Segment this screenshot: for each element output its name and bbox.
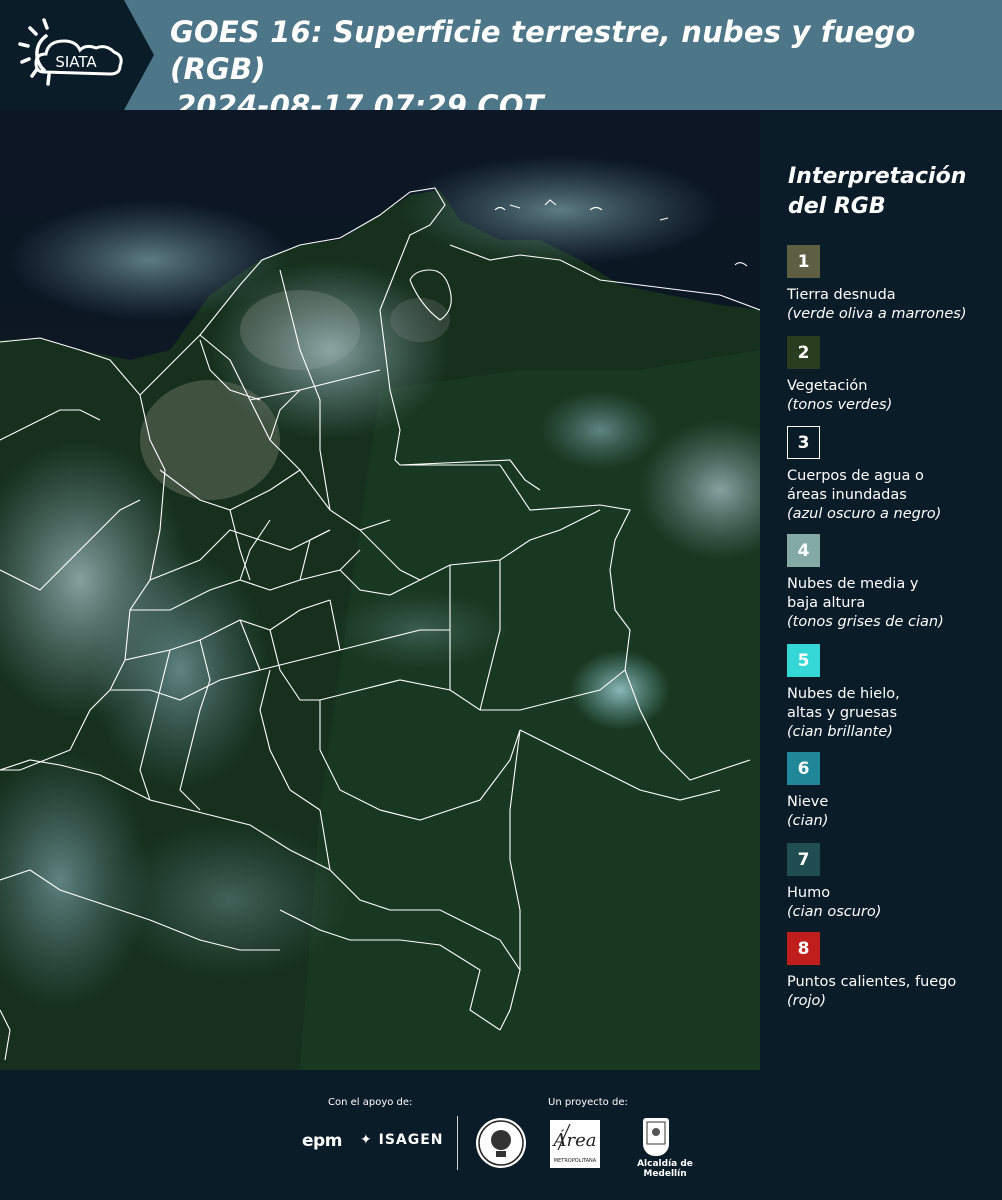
area-metropolitana-logo: Área METROPOLITANA <box>550 1120 600 1168</box>
logo-text: SIATA <box>55 53 97 71</box>
isagen-logo: ✦ ISAGEN <box>360 1132 444 1148</box>
isagen-text: ISAGEN <box>378 1132 444 1148</box>
legend-number-3: 3 <box>797 432 810 453</box>
legend-swatch-8: 8 <box>787 932 820 965</box>
alcaldia-logo-text: Alcaldía de Medellín <box>637 1159 693 1179</box>
medellin-seal-icon <box>476 1118 526 1168</box>
legend-number-5: 5 <box>797 650 810 671</box>
legend-item-8: 8 Puntos calientes, fuego (rojo) <box>787 932 999 1011</box>
legend-number-8: 8 <box>797 938 810 959</box>
legend-panel: Interpretación del RGB 1 Tierra desnuda … <box>775 110 1002 1070</box>
svg-text:Área: Área <box>552 1128 597 1151</box>
epm-logo: epm <box>302 1131 342 1151</box>
legend-item-4: 4 Nubes de media y baja altura (tonos gr… <box>787 534 999 632</box>
legend-swatch-4: 4 <box>787 534 820 567</box>
legend-swatch-1: 1 <box>787 245 820 278</box>
legend-sub-5: (cian brillante) <box>787 724 893 740</box>
legend-swatch-6: 6 <box>787 752 820 785</box>
legend-sub-6: (cian) <box>787 813 829 829</box>
legend-sub-1: (verde oliva a marrones) <box>787 306 967 322</box>
satellite-map <box>0 110 760 1070</box>
isagen-icon: ✦ <box>360 1132 373 1148</box>
legend-item-6: 6 Nieve (cian) <box>787 752 999 831</box>
title-line-1: GOES 16: Superficie terrestre, nubes y f… <box>170 15 916 86</box>
legend-title: Interpretación del RGB <box>788 164 967 219</box>
header-bar: SIATA GOES 16: Superficie terrestre, nub… <box>0 0 1002 123</box>
legend-number-1: 1 <box>797 251 810 272</box>
legend-item-7: 7 Humo (cian oscuro) <box>787 843 999 922</box>
legend-item-1: 1 Tierra desnuda (verde oliva a marrones… <box>787 245 999 324</box>
legend-label-5: Nubes de hielo, altas y gruesas <box>787 686 900 721</box>
support-label: Con el apoyo de: <box>328 1097 413 1108</box>
legend-label-3: Cuerpos de agua o áreas inundadas <box>787 468 924 503</box>
legend-label-2: Vegetación <box>787 378 868 394</box>
legend-label-4: Nubes de media y baja altura <box>787 576 919 611</box>
legend-label-6: Nieve <box>787 794 829 810</box>
legend-number-2: 2 <box>797 342 810 363</box>
siata-logo: SIATA <box>18 18 123 86</box>
cloud-ice-east <box>570 650 670 730</box>
alcaldia-shield-icon <box>643 1118 669 1156</box>
legend-swatch-5: 5 <box>787 644 820 677</box>
legend-number-7: 7 <box>797 849 810 870</box>
cloud-south <box>110 820 350 980</box>
legend-sub-3: (azul oscuro a negro) <box>787 506 942 522</box>
legend-item-3: 3 Cuerpos de agua o áreas inundadas (azu… <box>787 426 999 524</box>
amva-text: METROPOLITANA <box>553 1158 597 1164</box>
legend-swatch-3: 3 <box>787 426 820 459</box>
legend-number-4: 4 <box>797 540 810 561</box>
footer-divider <box>457 1116 458 1170</box>
legend-label-8: Puntos calientes, fuego <box>787 974 957 990</box>
legend-sub-4: (tonos grises de cian) <box>787 614 944 630</box>
footer: Con el apoyo de: Un proyecto de: epm ✦ I… <box>0 1070 1002 1200</box>
legend-swatch-7: 7 <box>787 843 820 876</box>
legend-sub-8: (rojo) <box>787 993 827 1009</box>
legend-number-6: 6 <box>797 758 810 779</box>
satellite-image <box>0 110 760 1070</box>
cloud-north-caribbean <box>400 155 720 265</box>
legend-sub-7: (cian oscuro) <box>787 904 882 920</box>
legend-sub-2: (tonos verdes) <box>787 397 893 413</box>
project-label: Un proyecto de: <box>548 1097 628 1108</box>
cloud-west-andes <box>90 550 270 790</box>
cloud-north-colombia <box>210 260 450 440</box>
legend-item-2: 2 Vegetación (tonos verdes) <box>787 336 999 415</box>
legend-label-1: Tierra desnuda <box>787 287 896 303</box>
legend-swatch-2: 2 <box>787 336 820 369</box>
page-title: GOES 16: Superficie terrestre, nubes y f… <box>170 14 1000 125</box>
legend-label-7: Humo <box>787 885 831 901</box>
legend-item-5: 5 Nubes de hielo, altas y gruesas (cian … <box>787 644 999 742</box>
cloud-llanos <box>540 390 660 470</box>
